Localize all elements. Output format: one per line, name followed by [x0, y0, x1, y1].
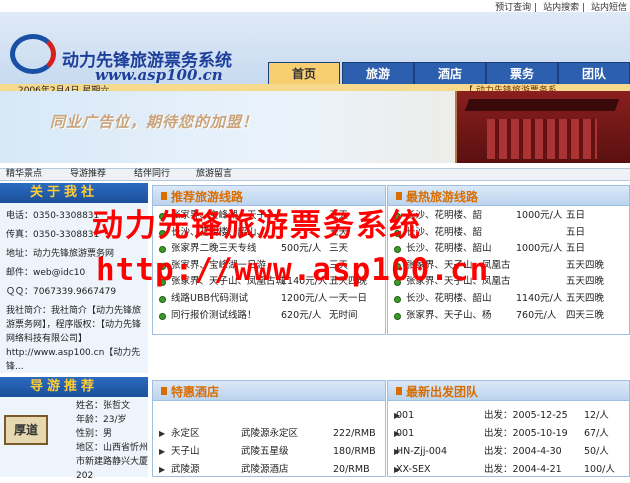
arrow-icon: ▶ [159, 465, 166, 474]
hotel-row-col-3: 20/RMB [333, 464, 370, 475]
hot-route-row-col-3: 五天四晚 [566, 292, 605, 304]
departure-row-col-3: 100/人 [584, 464, 615, 475]
guide-info: 姓名：张哲文 年龄：23/岁 性别：男 地区：山西省忻州市新建路静兴大厦202 [76, 399, 148, 483]
departure-row[interactable]: ▶ 001 出发：2005-12-25 12/人 [388, 407, 629, 425]
hot-route-row-col-3: 五日 [566, 226, 586, 238]
watermark-url: http://www.asp100.cn [96, 252, 490, 288]
bullet-icon [159, 295, 166, 303]
bullet-icon [394, 295, 401, 303]
subnav-guide[interactable]: 导游推荐 [70, 169, 106, 180]
hotel-row[interactable]: ▶ 天子山 武陵五星级 180/RMB [153, 443, 385, 461]
hotel-row-col-2: 武陵五星级 [241, 446, 289, 457]
ad-banner[interactable]: 同业广告位，期待您的加盟！ [0, 91, 630, 163]
departure-row-col-2: 出发：2005-10-19 [484, 428, 568, 439]
departure-row-col-3: 67/人 [584, 428, 609, 439]
hotel-row-col-1: 武陵源 [171, 464, 200, 475]
departure-row-col-2: 出发：2005-12-25 [484, 410, 568, 421]
departure-row[interactable]: ▶ 001 出发：2005-10-19 67/人 [388, 425, 629, 443]
logo-icon [10, 34, 56, 74]
sub-nav: 精华景点 导游推荐 结伴同行 旅游留言 [0, 168, 630, 181]
hot-route-row-col-2: 1000元/人 [516, 243, 563, 255]
departure-row-col-1: HN-Zjj-004 [396, 446, 448, 457]
guide-header: 导游推荐 [0, 377, 148, 397]
watermark-title: 动力先锋旅游票务系统 [92, 208, 422, 244]
hot-route-row-col-3: 五天四晚 [566, 259, 605, 271]
departure-row-col-1: 001 [396, 428, 415, 439]
hot-route-row-col-2: 1000元/人 [516, 210, 563, 221]
hotel-row-col-2: 武陵源酒店 [241, 464, 289, 475]
site-url: www.asp100.cn [95, 66, 223, 84]
bullet-icon [394, 312, 401, 320]
hot-route-row-col-2: 760元/人 [516, 309, 557, 321]
tab-home[interactable]: 首页 [268, 62, 340, 84]
hot-route-row-col-3: 五天四晚 [566, 276, 605, 288]
hotel-row-col-2: 武陵源永定区 [241, 428, 299, 439]
tab-travel[interactable]: 旅游 [342, 62, 414, 84]
departure-row[interactable]: ▶ XX-SEX 出发：2004-4-21 100/人 [388, 461, 629, 479]
hot-route-row[interactable]: 张家界、天子山、杨 760元/人 四天三晚 [388, 308, 629, 325]
route-row-col-3: 一天一日 [329, 292, 368, 304]
hot-route-row-col-3: 五日 [566, 210, 586, 221]
hot-route-row[interactable]: 长沙、花明楼、韶 1000元/人 五日 [388, 208, 629, 225]
departure-row-col-2: 出发：2004-4-30 [484, 446, 562, 457]
header: 动力先锋旅游票务系统 www.asp100.cn 首页 旅游 酒店 票务 团队 … [0, 12, 630, 98]
tab-hotel[interactable]: 酒店 [414, 62, 486, 84]
hot-route-row[interactable]: 长沙、花明楼、韶 五日 [388, 225, 629, 242]
route-row-col-1: 同行报价测试线路！ [171, 309, 257, 321]
guide-age: 年龄：23/岁 [76, 415, 127, 425]
bullet-icon [159, 312, 166, 320]
hotel-row[interactable]: ▶ 永定区 武陵源永定区 222/RMB [153, 425, 385, 443]
hotel-row-col-1: 天子山 [171, 446, 200, 457]
hot-route-row-col-1: 张家界、天子山、杨 [406, 309, 492, 321]
departures-title: 最新出发团队 [395, 385, 479, 399]
hotel-row[interactable]: ▶ 武陵源 武陵源酒店 20/RMB [153, 461, 385, 479]
tab-tickets[interactable]: 票务 [486, 62, 558, 84]
departure-row-col-3: 12/人 [584, 410, 609, 421]
tab-team[interactable]: 团队 [558, 62, 630, 84]
about-intro: 我社简介：我社简介【动力先锋旅游票务网】，程序版权：【动力先锋网络科技有限公司】… [6, 306, 142, 372]
departure-row-col-1: 001 [396, 410, 415, 421]
hotels-panel: 特惠酒店 ▶ 永定区 武陵源永定区 222/RMB ▶ 天子山 武陵五星级 180/RMB ▶ 武… [152, 380, 386, 477]
hot-route-row-col-2: 1140元/人 [516, 292, 563, 304]
subnav-scenic[interactable]: 精华景点 [6, 169, 42, 180]
departure-row[interactable]: ▶ HN-Zjj-004 出发：2004-4-30 50/人 [388, 443, 629, 461]
hotel-row-col-3: 222/RMB [333, 428, 376, 439]
hotels-title: 特惠酒店 [160, 385, 220, 399]
guide-gender: 性别：男 [76, 429, 113, 439]
hotel-row-col-1: 永定区 [171, 428, 200, 439]
hotel-row-col-3: 180/RMB [333, 446, 376, 457]
departure-row-col-3: 50/人 [584, 446, 609, 457]
hot-route-row-col-3: 五日 [566, 243, 586, 255]
hot-route-row[interactable]: 长沙、花明楼、韶山 1140元/人 五天四晚 [388, 291, 629, 308]
hot-route-row-col-3: 四天三晚 [566, 309, 605, 321]
route-row-col-3: 无时间 [329, 309, 358, 321]
departure-row-col-2: 出发：2004-4-21 [484, 464, 562, 475]
arrow-icon: ▶ [159, 447, 166, 456]
hot-route-row-col-1: 长沙、花明楼、韶山 [406, 292, 492, 304]
route-row-col-2: 620元/人 [281, 309, 322, 321]
guide-sign-image: 厚道 [4, 415, 48, 445]
route-row-col-1: 线路UBB代码测试 [171, 292, 248, 304]
route-row-col-2: 1200元/人 [281, 292, 328, 304]
banner-text: 同业广告位，期待您的加盟！ [50, 113, 259, 131]
temple-image [455, 91, 630, 163]
main-nav: 首页 旅游 酒店 票务 团队 [268, 62, 630, 84]
guide-name: 姓名：张哲文 [76, 401, 131, 411]
departures-panel: 最新出发团队 ▶ 001 出发：2005-12-25 12/人 ▶ 001 出发：2005-… [387, 380, 630, 477]
departure-row-col-1: XX-SEX [396, 464, 431, 475]
subnav-companion[interactable]: 结伴同行 [134, 169, 170, 180]
route-row[interactable]: 同行报价测试线路！ 620元/人 无时间 [153, 308, 385, 325]
guide-panel: 厚道 姓名：张哲文 年龄：23/岁 性别：男 地区：山西省忻州市新建路静兴大厦2… [0, 397, 148, 481]
subnav-guestbook[interactable]: 旅游留言 [196, 169, 232, 180]
arrow-icon: ▶ [159, 429, 166, 438]
top-links: 预订查询 | 站内搜索 | 站内短信 [470, 0, 630, 13]
route-row[interactable]: 线路UBB代码测试 1200元/人 一天一日 [153, 291, 385, 308]
